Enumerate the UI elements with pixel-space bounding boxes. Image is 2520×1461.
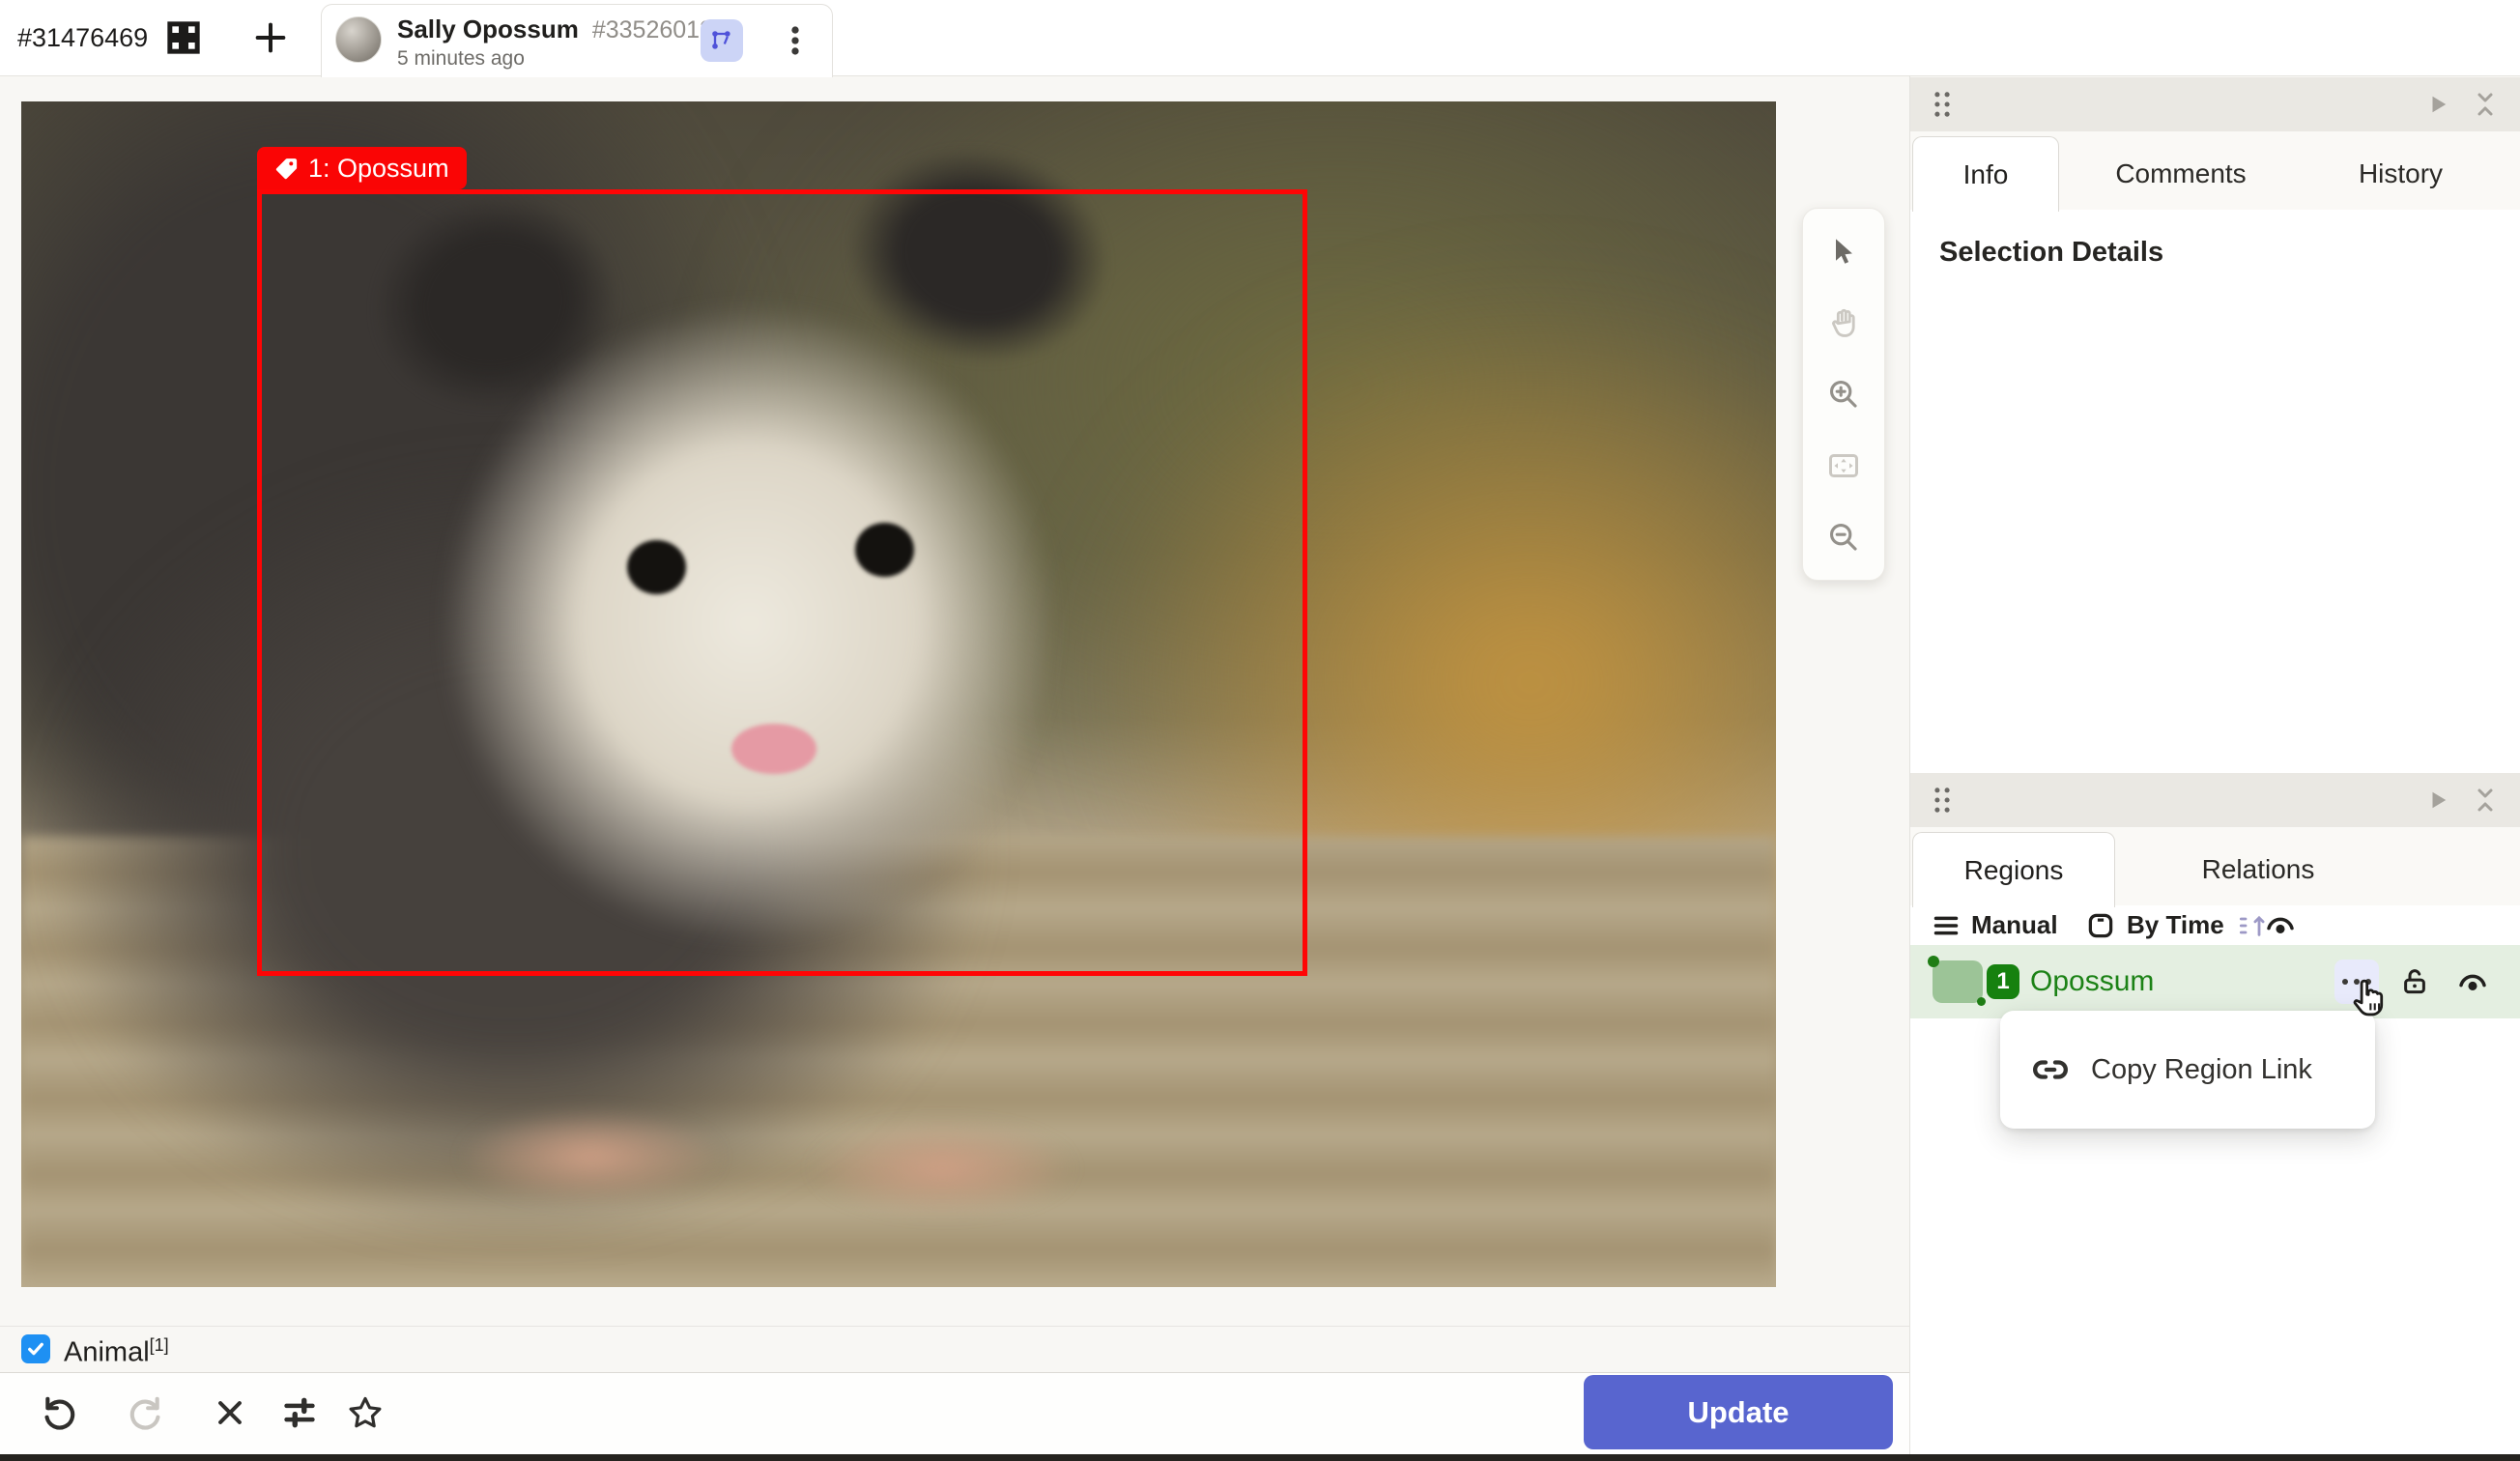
- drag-handle-icon[interactable]: [1932, 787, 1953, 814]
- check-icon: [26, 1339, 45, 1359]
- update-button-label: Update: [1687, 1395, 1789, 1430]
- detach-panel-button[interactable]: [2427, 789, 2448, 811]
- top-bar: #31476469 Sally Opossum#33526013 5 minut…: [0, 0, 2520, 76]
- bottom-edge-strip: [0, 1454, 2520, 1461]
- task-id: #31476469: [17, 0, 148, 75]
- play-icon: [2427, 789, 2448, 811]
- image-canvas[interactable]: 1: Opossum: [21, 101, 1776, 1287]
- tab-relations[interactable]: Relations: [2118, 833, 2398, 905]
- redo-icon: [127, 1394, 163, 1431]
- collapse-icon: [2474, 90, 2497, 119]
- ground-truth-button[interactable]: [342, 1389, 388, 1436]
- collapse-panel-button[interactable]: [2474, 786, 2497, 815]
- undo-button[interactable]: [37, 1389, 83, 1436]
- tab-history[interactable]: History: [2297, 137, 2505, 210]
- zoom-in-icon: [1827, 378, 1860, 411]
- collapse-icon: [2474, 786, 2497, 815]
- region-row[interactable]: 1 Opossum: [1910, 945, 2520, 1018]
- redo-button[interactable]: [122, 1389, 168, 1436]
- fit-screen-button[interactable]: [1820, 443, 1867, 489]
- details-panel-header: [1910, 77, 2520, 131]
- reset-button[interactable]: [207, 1389, 253, 1436]
- star-icon: [347, 1394, 384, 1431]
- unlock-icon: [2400, 967, 2429, 996]
- cursor-icon: [1828, 236, 1859, 267]
- animal-checkbox-label: Animal[1]: [64, 1335, 169, 1369]
- group-manual-icon: [1933, 914, 1960, 937]
- zoom-in-button[interactable]: [1820, 371, 1867, 417]
- region-index-badge: 1: [1987, 964, 2019, 999]
- zoom-out-button[interactable]: [1820, 514, 1867, 560]
- bounding-box-label: 1: Opossum: [257, 147, 467, 189]
- photo-paw-left: [460, 1109, 723, 1204]
- region-lock-button[interactable]: [2400, 967, 2429, 996]
- kebab-vertical-icon: [781, 24, 810, 57]
- region-corner-dot: [1977, 997, 1986, 1006]
- add-annotation-button[interactable]: [249, 18, 292, 57]
- regions-icon: [708, 27, 735, 54]
- avatar: [335, 16, 382, 63]
- regions-indicator-button[interactable]: [701, 19, 743, 62]
- annotation-id: #33526013: [592, 16, 713, 43]
- pointer-hand-cursor: [2350, 977, 2391, 1021]
- bounding-box[interactable]: 1: Opossum: [257, 189, 1307, 976]
- sliders-icon: [281, 1394, 318, 1431]
- hand-icon: [1827, 306, 1860, 339]
- link-icon: [2031, 1050, 2070, 1089]
- canvas-tool-column: [1802, 208, 1885, 581]
- select-tool-button[interactable]: [1820, 228, 1867, 274]
- tab-regions[interactable]: Regions: [1912, 832, 2115, 907]
- annotation-menu-button[interactable]: [774, 19, 816, 62]
- group-by-label: Manual: [1971, 910, 2058, 940]
- copy-region-link-item[interactable]: Copy Region Link: [2000, 1011, 2375, 1129]
- zoom-out-icon: [1827, 521, 1860, 554]
- close-icon: [214, 1396, 246, 1429]
- tag-icon: [274, 157, 299, 181]
- group-by-button[interactable]: Manual: [1933, 905, 2058, 945]
- animal-checkbox[interactable]: [21, 1334, 50, 1363]
- grid-view-button[interactable]: [162, 18, 205, 57]
- toggle-all-visibility-button[interactable]: [2264, 910, 2297, 941]
- play-icon: [2427, 94, 2448, 115]
- tab-info[interactable]: Info: [1912, 136, 2059, 212]
- detach-panel-button[interactable]: [2427, 94, 2448, 115]
- undo-icon: [42, 1394, 78, 1431]
- regions-tabs: Regions Relations: [1910, 827, 2520, 906]
- eye-icon: [2265, 911, 2296, 940]
- collapse-panel-button[interactable]: [2474, 90, 2497, 119]
- sort-by-label: By Time: [2127, 910, 2224, 940]
- details-panel-content: Selection Details: [1910, 210, 2520, 773]
- animal-count-sup: [1]: [150, 1335, 169, 1355]
- regions-panel-content: Manual By Time: [1910, 905, 2520, 1454]
- settings-button[interactable]: [276, 1389, 323, 1436]
- card-icon: [2086, 911, 2115, 940]
- drag-handle-icon[interactable]: [1932, 91, 1953, 118]
- region-corner-dot: [1928, 956, 1939, 967]
- plus-icon: [251, 18, 290, 57]
- annotation-time: 5 minutes ago: [397, 47, 525, 71]
- tab-comments[interactable]: Comments: [2065, 137, 2297, 210]
- photo-paw-right: [811, 1121, 1074, 1216]
- bounding-box-label-text: 1: Opossum: [308, 154, 449, 184]
- region-context-menu: Copy Region Link: [2000, 1011, 2375, 1129]
- divider: [0, 1326, 1909, 1327]
- annotation-app: #31476469 Sally Opossum#33526013 5 minut…: [0, 0, 2520, 1461]
- annotation-tab[interactable]: Sally Opossum#33526013 5 minutes ago: [321, 4, 833, 77]
- grid-icon: [164, 18, 203, 57]
- fit-screen-icon: [1826, 448, 1861, 483]
- pan-tool-button[interactable]: [1820, 300, 1867, 346]
- details-tabs: Info Comments History: [1910, 131, 2520, 211]
- update-button[interactable]: Update: [1584, 1375, 1893, 1449]
- eye-icon: [2457, 968, 2488, 997]
- regions-panel-header: [1910, 773, 2520, 827]
- annotator-name: Sally Opossum#33526013: [397, 14, 713, 44]
- region-label: Opossum: [2030, 945, 2154, 1018]
- sort-by-button[interactable]: By Time: [2086, 905, 2269, 945]
- copy-region-link-label: Copy Region Link: [2091, 1054, 2312, 1086]
- regions-toolbar: Manual By Time: [1910, 905, 2520, 946]
- region-visibility-button[interactable]: [2456, 967, 2489, 998]
- region-shape-icon: [1933, 960, 1983, 1003]
- selection-details-heading: Selection Details: [1939, 237, 2163, 269]
